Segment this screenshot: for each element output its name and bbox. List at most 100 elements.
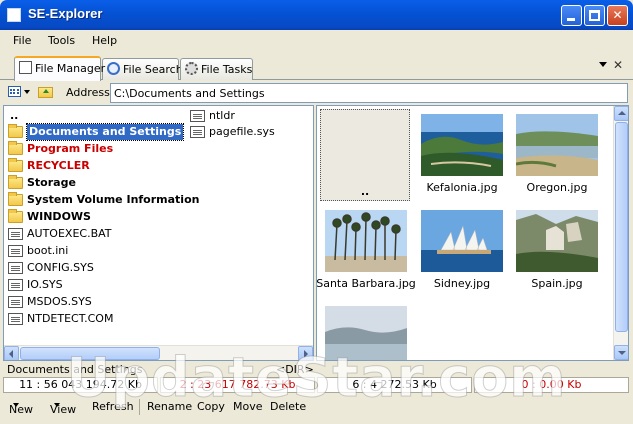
list-item-label: AUTOEXEC.BAT (27, 227, 112, 240)
list-item-label: RECYCLER (27, 159, 90, 172)
scroll-thumb[interactable] (615, 122, 628, 332)
status-selected-type: <DIR> (276, 363, 314, 376)
arrow-right-icon (304, 350, 308, 358)
scroll-down-button[interactable] (614, 345, 628, 360)
list-item-label: NTDETECT.COM (27, 312, 114, 325)
delete-button[interactable]: Delete (270, 400, 306, 413)
up-directory-label: .. (360, 185, 370, 198)
file-icon (8, 313, 23, 325)
gear-icon (185, 62, 198, 75)
list-item-label: ntldr (209, 109, 235, 122)
thumbnail-caption: Kefalonia.jpg (426, 181, 498, 194)
thumbnail-image (516, 210, 598, 272)
copy-button[interactable]: Copy (197, 400, 225, 413)
address-input[interactable]: C:\Documents and Settings (110, 83, 628, 103)
toolbar-divider (139, 399, 140, 415)
thumbnail-image (421, 210, 503, 272)
file-icon (8, 228, 23, 240)
file-icon (190, 110, 205, 122)
menu-help[interactable]: Help (92, 34, 117, 47)
arrow-left-icon (9, 350, 13, 358)
menu-file[interactable]: File (13, 34, 31, 47)
tab-file-search[interactable]: File Search (102, 58, 183, 80)
list-item-label: .. (10, 109, 19, 122)
window-title: SE-Explorer (28, 6, 103, 21)
tab-close-icon[interactable]: ✕ (613, 58, 623, 72)
right-thumbnail-pane[interactable]: .. Kefalonia.jpg Oregon.jpg Santa Barbar… (316, 105, 629, 361)
thumbnail-caption: Sidney.jpg (433, 277, 491, 290)
status-left-selected: 2 : 23 617 782.73 Kb (160, 377, 315, 393)
list-item-label: System Volume Information (27, 193, 200, 206)
left-horizontal-scrollbar[interactable] (4, 345, 313, 360)
scroll-right-button[interactable] (298, 346, 313, 360)
tab-file-manager[interactable]: File Manager (14, 56, 105, 81)
minimize-icon (567, 18, 575, 21)
folder-icon (8, 158, 23, 172)
title-bar[interactable]: SE-Explorer ✕ (0, 0, 633, 30)
tab-file-search-label: File Search (123, 63, 183, 76)
file-icon (8, 279, 23, 291)
view-mode-dropdown-icon[interactable] (24, 90, 30, 94)
tab-list-dropdown-icon[interactable] (599, 62, 607, 67)
left-file-pane[interactable]: .. Documents and Settings Program Files … (3, 105, 314, 361)
up-folder-icon[interactable] (38, 87, 53, 98)
file-icon (190, 126, 205, 138)
view-mode-icon[interactable] (8, 86, 21, 97)
thumbnail-image (325, 210, 407, 272)
scroll-thumb[interactable] (20, 347, 160, 360)
list-item-label: Storage (27, 176, 76, 189)
rename-button[interactable]: Rename (147, 400, 192, 413)
tab-file-tasks-label: File Tasks (201, 63, 253, 76)
arrow-down-icon (618, 351, 626, 355)
list-item-label: boot.ini (27, 244, 69, 257)
scroll-left-button[interactable] (4, 346, 19, 360)
status-right-selected: 0 : 0.00 Kb (474, 377, 629, 393)
list-item-label: Program Files (27, 142, 114, 155)
folder-icon (8, 124, 23, 138)
bottom-toolbar: New View Refresh Rename Copy Move Delete (0, 397, 633, 417)
app-icon (7, 8, 21, 22)
list-item-label: CONFIG.SYS (27, 261, 94, 274)
folder-icon (8, 192, 23, 206)
list-item-label: IO.SYS (27, 278, 63, 291)
list-item-label: WINDOWS (27, 210, 91, 223)
tab-strip: File Manager File Search File Tasks (0, 56, 633, 81)
thumbnail-image (325, 306, 407, 360)
thumbnail-caption: Spain.jpg (531, 277, 583, 290)
folder-icon (8, 175, 23, 189)
minimize-button[interactable] (561, 5, 582, 26)
list-item-label: Documents and Settings (25, 123, 185, 141)
file-icon (8, 262, 23, 274)
view-dropdown-icon (54, 403, 60, 407)
thumbnail-image (516, 114, 598, 176)
folder-icon (8, 141, 23, 155)
status-left-count: 11 : 56 043 194.72 Kb (3, 377, 158, 393)
menu-tools[interactable]: Tools (48, 34, 75, 47)
status-right-count: 6 : 4 272.53 Kb (317, 377, 472, 393)
move-button[interactable]: Move (233, 400, 263, 413)
file-icon (8, 245, 23, 257)
list-item-label: pagefile.sys (209, 125, 275, 138)
status-line: Documents and Settings <DIR> (3, 362, 629, 377)
address-label: Address (66, 86, 110, 99)
status-selected-name: Documents and Settings (7, 363, 143, 376)
maximize-button[interactable] (584, 5, 605, 26)
thumbnail-image (421, 114, 503, 176)
address-bar: Address C:\Documents and Settings (0, 82, 633, 104)
close-button[interactable]: ✕ (607, 5, 628, 26)
status-bar: 11 : 56 043 194.72 Kb 2 : 23 617 782.73 … (3, 377, 629, 393)
thumbnail-caption: Santa Barbara.jpg (316, 277, 416, 290)
close-icon: ✕ (612, 8, 623, 22)
file-icon (8, 296, 23, 308)
refresh-button[interactable]: Refresh (92, 400, 134, 413)
up-directory-tile[interactable]: .. (320, 109, 410, 201)
list-item-label: MSDOS.SYS (27, 295, 92, 308)
tab-file-tasks[interactable]: File Tasks (180, 58, 253, 80)
maximize-icon (589, 10, 600, 21)
new-dropdown-icon (13, 403, 19, 407)
arrow-up-icon (618, 111, 626, 115)
file-manager-icon (19, 61, 32, 74)
scroll-up-button[interactable] (614, 106, 628, 121)
tab-file-manager-label: File Manager (35, 62, 106, 75)
right-vertical-scrollbar[interactable] (613, 106, 628, 360)
